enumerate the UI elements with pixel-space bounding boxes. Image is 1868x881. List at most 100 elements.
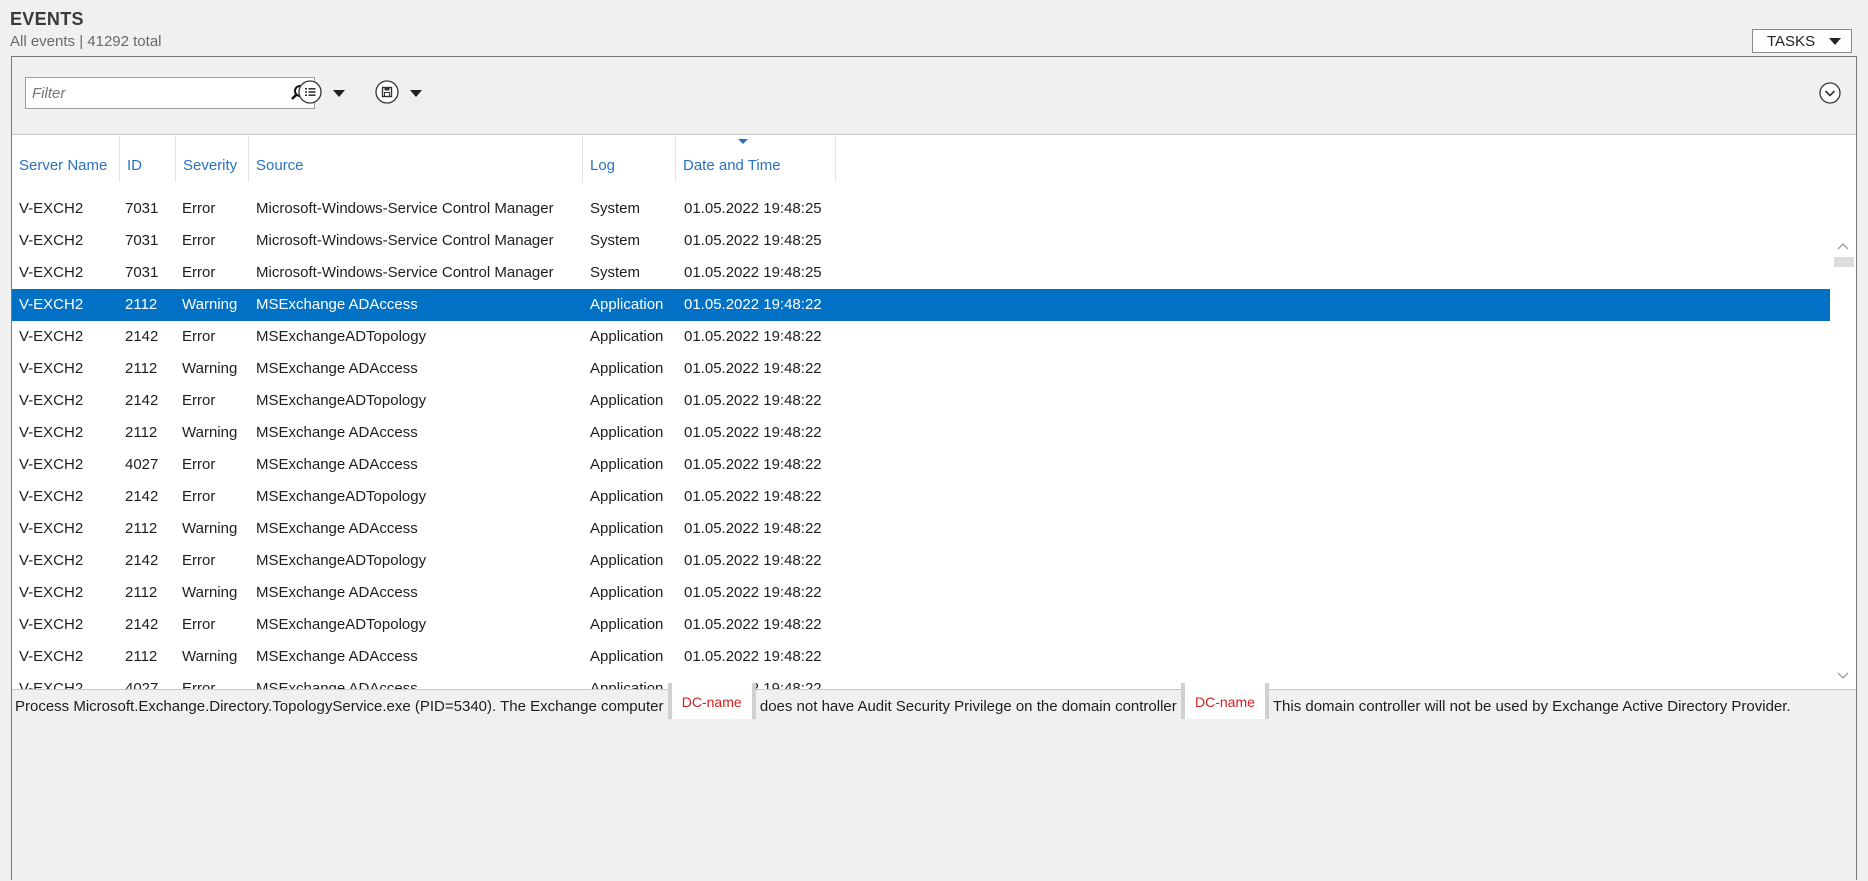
view-options-button[interactable] xyxy=(297,79,353,107)
cell-date-and-time: 01.05.2022 19:48:22 xyxy=(684,648,822,665)
cell-date-and-time: 01.05.2022 19:48:22 xyxy=(684,616,822,633)
cell-severity: Warning xyxy=(182,520,238,537)
cell-severity: Error xyxy=(182,552,216,569)
table-row[interactable]: V-EXCH2 7031 Error Microsoft-Windows-Servic… xyxy=(12,225,1830,257)
cell-source: MSExchange ADAccess xyxy=(256,680,418,689)
tasks-button[interactable]: TASKS xyxy=(1752,29,1852,53)
cell-server-name: V-EXCH2 xyxy=(19,200,84,217)
cell-server-name: V-EXCH2 xyxy=(19,680,84,689)
cell-server-name: V-EXCH2 xyxy=(19,264,84,281)
cell-severity: Error xyxy=(182,680,216,689)
table-row[interactable]: V-EXCH2 2142 Error MSExchangeADTopology Appl… xyxy=(12,545,1830,577)
redacted-dc-name: DC-name xyxy=(1180,683,1269,719)
cell-server-name: V-EXCH2 xyxy=(19,328,84,345)
cell-source: MSExchangeADTopology xyxy=(256,616,427,633)
cell-id: 7031 xyxy=(125,264,159,281)
cell-severity: Error xyxy=(182,392,216,409)
cell-id: 2112 xyxy=(125,520,158,537)
scroll-down-icon[interactable] xyxy=(1837,668,1849,686)
cell-source: Microsoft-Windows-Service Control Manage… xyxy=(256,264,554,281)
cell-severity: Error xyxy=(182,616,216,633)
cell-log: Application xyxy=(590,520,664,537)
cell-date-and-time: 01.05.2022 19:48:22 xyxy=(684,424,822,441)
cell-id: 2142 xyxy=(125,488,159,505)
column-header-row: Server Name ID Severity Source Log Date … xyxy=(12,136,1856,182)
cell-severity: Error xyxy=(182,232,216,249)
cell-log: Application xyxy=(590,584,664,601)
cell-source: MSExchangeADTopology xyxy=(256,488,427,505)
cell-log: Application xyxy=(590,424,664,441)
cell-date-and-time: 01.05.2022 19:48:22 xyxy=(684,328,822,345)
cell-source: MSExchange ADAccess xyxy=(256,584,418,601)
cell-source: MSExchangeADTopology xyxy=(256,552,427,569)
cell-source: MSExchange ADAccess xyxy=(256,424,418,441)
cell-severity: Warning xyxy=(182,648,238,665)
redacted-dc-name: DC-name xyxy=(667,683,756,719)
cell-severity: Error xyxy=(182,264,216,281)
detail-text-2: does not have Audit Security Privilege o… xyxy=(759,697,1177,715)
vertical-scrollbar[interactable] xyxy=(1830,232,1856,689)
table-row[interactable]: V-EXCH2 2142 Error MSExchangeADTopology Appl… xyxy=(12,385,1830,417)
cell-id: 7031 xyxy=(125,232,159,249)
cell-date-and-time: 01.05.2022 19:48:22 xyxy=(684,296,822,313)
tasks-label: TASKS xyxy=(1767,33,1816,50)
cell-date-and-time: 01.05.2022 19:48:25 xyxy=(684,232,822,249)
table-row[interactable]: V-EXCH2 7031 Error Microsoft-Windows-Servic… xyxy=(12,257,1830,289)
save-icon xyxy=(374,79,400,110)
cell-date-and-time: 01.05.2022 19:48:25 xyxy=(684,264,822,281)
column-date-and-time[interactable]: Date and Time xyxy=(676,136,836,182)
table-row[interactable]: V-EXCH2 2142 Error MSExchangeADTopology Appl… xyxy=(12,481,1830,513)
cell-source: Microsoft-Windows-Service Control Manage… xyxy=(256,232,554,249)
table-row[interactable]: V-EXCH2 4027 Error MSExchange ADAccess Appli… xyxy=(12,449,1830,481)
cell-server-name: V-EXCH2 xyxy=(19,392,84,409)
events-grid: Server Name ID Severity Source Log Date … xyxy=(12,136,1856,689)
table-row[interactable]: V-EXCH2 7031 Error Microsoft-Windows-Servic… xyxy=(12,193,1830,225)
table-row[interactable]: V-EXCH2 2112 Warning MSExchange ADAccess App… xyxy=(12,513,1830,545)
table-row[interactable]: V-EXCH2 2112 Warning MSExchange ADAccess App… xyxy=(12,641,1830,673)
chevron-down-icon xyxy=(1829,38,1841,45)
cell-id: 2142 xyxy=(125,392,159,409)
column-log[interactable]: Log xyxy=(583,136,676,182)
cell-server-name: V-EXCH2 xyxy=(19,232,84,249)
column-source[interactable]: Source xyxy=(249,136,583,182)
cell-severity: Warning xyxy=(182,424,238,441)
cell-date-and-time: 01.05.2022 19:48:22 xyxy=(684,488,822,505)
detail-text-1: Process Microsoft.Exchange.Directory.Top… xyxy=(15,697,664,715)
events-panel: Server Name ID Severity Source Log Date … xyxy=(11,56,1857,881)
table-row[interactable]: V-EXCH2 2112 Warning MSExchange ADAccess App… xyxy=(12,417,1830,449)
cell-id: 2142 xyxy=(125,616,159,633)
filter-input[interactable] xyxy=(26,78,276,108)
table-row[interactable]: V-EXCH2 2142 Error MSExchangeADTopology Appl… xyxy=(12,321,1830,353)
cell-source: MSExchangeADTopology xyxy=(256,328,427,345)
column-severity[interactable]: Severity xyxy=(176,136,249,182)
table-row[interactable]: V-EXCH2 2112 Warning MSExchange ADAccess App… xyxy=(12,353,1830,385)
table-row[interactable]: V-EXCH2 4027 Error MSExchange ADAccess Appli… xyxy=(12,673,1830,689)
cell-id: 2112 xyxy=(125,648,158,665)
scroll-up-icon[interactable] xyxy=(1837,238,1849,256)
table-row[interactable]: V-EXCH2 2112 Warning MSExchange ADAccess App… xyxy=(12,577,1830,609)
table-row[interactable]: V-EXCH2 2142 Error MSExchangeADTopology Appl… xyxy=(12,609,1830,641)
cell-date-and-time: 01.05.2022 19:48:22 xyxy=(684,584,822,601)
cell-id: 4027 xyxy=(125,456,159,473)
column-server-name[interactable]: Server Name xyxy=(12,136,120,182)
cell-server-name: V-EXCH2 xyxy=(19,648,84,665)
cell-log: Application xyxy=(590,552,664,569)
toolbar xyxy=(12,57,1856,135)
cell-log: Application xyxy=(590,392,664,409)
cell-log: Application xyxy=(590,328,664,345)
chevron-down-icon xyxy=(410,90,422,97)
cell-server-name: V-EXCH2 xyxy=(19,424,84,441)
cell-log: System xyxy=(590,232,641,249)
cell-date-and-time: 01.05.2022 19:48:25 xyxy=(684,200,822,217)
cell-log: Application xyxy=(590,680,664,689)
scrollbar-thumb[interactable] xyxy=(1834,257,1854,267)
column-id[interactable]: ID xyxy=(120,136,176,182)
save-query-button[interactable] xyxy=(374,79,430,107)
collapse-icon[interactable] xyxy=(1818,81,1842,110)
cell-log: Application xyxy=(590,360,664,377)
cell-source: MSExchangeADTopology xyxy=(256,392,427,409)
cell-server-name: V-EXCH2 xyxy=(19,520,84,537)
cell-date-and-time: 01.05.2022 19:48:22 xyxy=(684,360,822,377)
cell-severity: Warning xyxy=(182,584,238,601)
table-row[interactable]: V-EXCH2 2112 Warning MSExchange ADAccess App… xyxy=(12,289,1830,321)
